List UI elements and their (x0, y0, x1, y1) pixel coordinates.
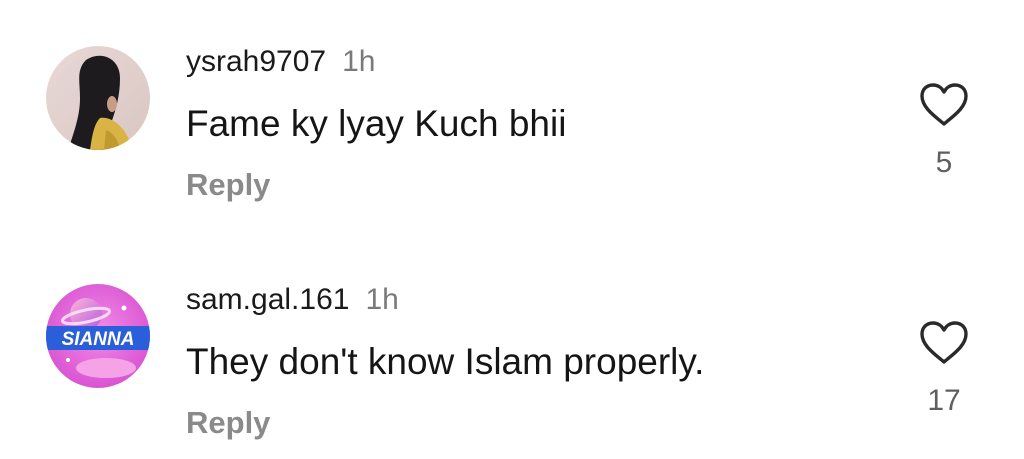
heart-icon[interactable] (918, 82, 970, 128)
timestamp: 1h (342, 45, 376, 78)
username[interactable]: ysrah9707 (186, 45, 326, 78)
comment-item: ysrah9707 1h Fame ky lyay Kuch bhii Reply… (0, 0, 1024, 202)
sianna-logo-icon: SIANNA (46, 284, 150, 388)
comment-header: ysrah9707 1h (186, 44, 375, 80)
reply-button[interactable]: Reply (186, 404, 270, 442)
avatar[interactable]: SIANNA (46, 284, 150, 388)
like-count: 5 (935, 146, 953, 179)
like-count: 17 (927, 384, 961, 417)
comment-text: They don't know Islam properly. (186, 341, 705, 382)
username[interactable]: sam.gal.161 (186, 283, 349, 316)
heart-icon[interactable] (918, 320, 970, 366)
comment-header: sam.gal.161 1h (186, 282, 399, 318)
reply-button[interactable]: Reply (186, 166, 270, 204)
timestamp: 1h (365, 283, 399, 316)
sianna-logo-text: SIANNA (62, 329, 135, 350)
profile-photo-icon (46, 46, 150, 150)
avatar[interactable] (46, 46, 150, 150)
comment-item: SIANNA sam.gal.161 1h They don't know Isl… (0, 238, 1024, 440)
comment-text: Fame ky lyay Kuch bhii (186, 103, 567, 144)
